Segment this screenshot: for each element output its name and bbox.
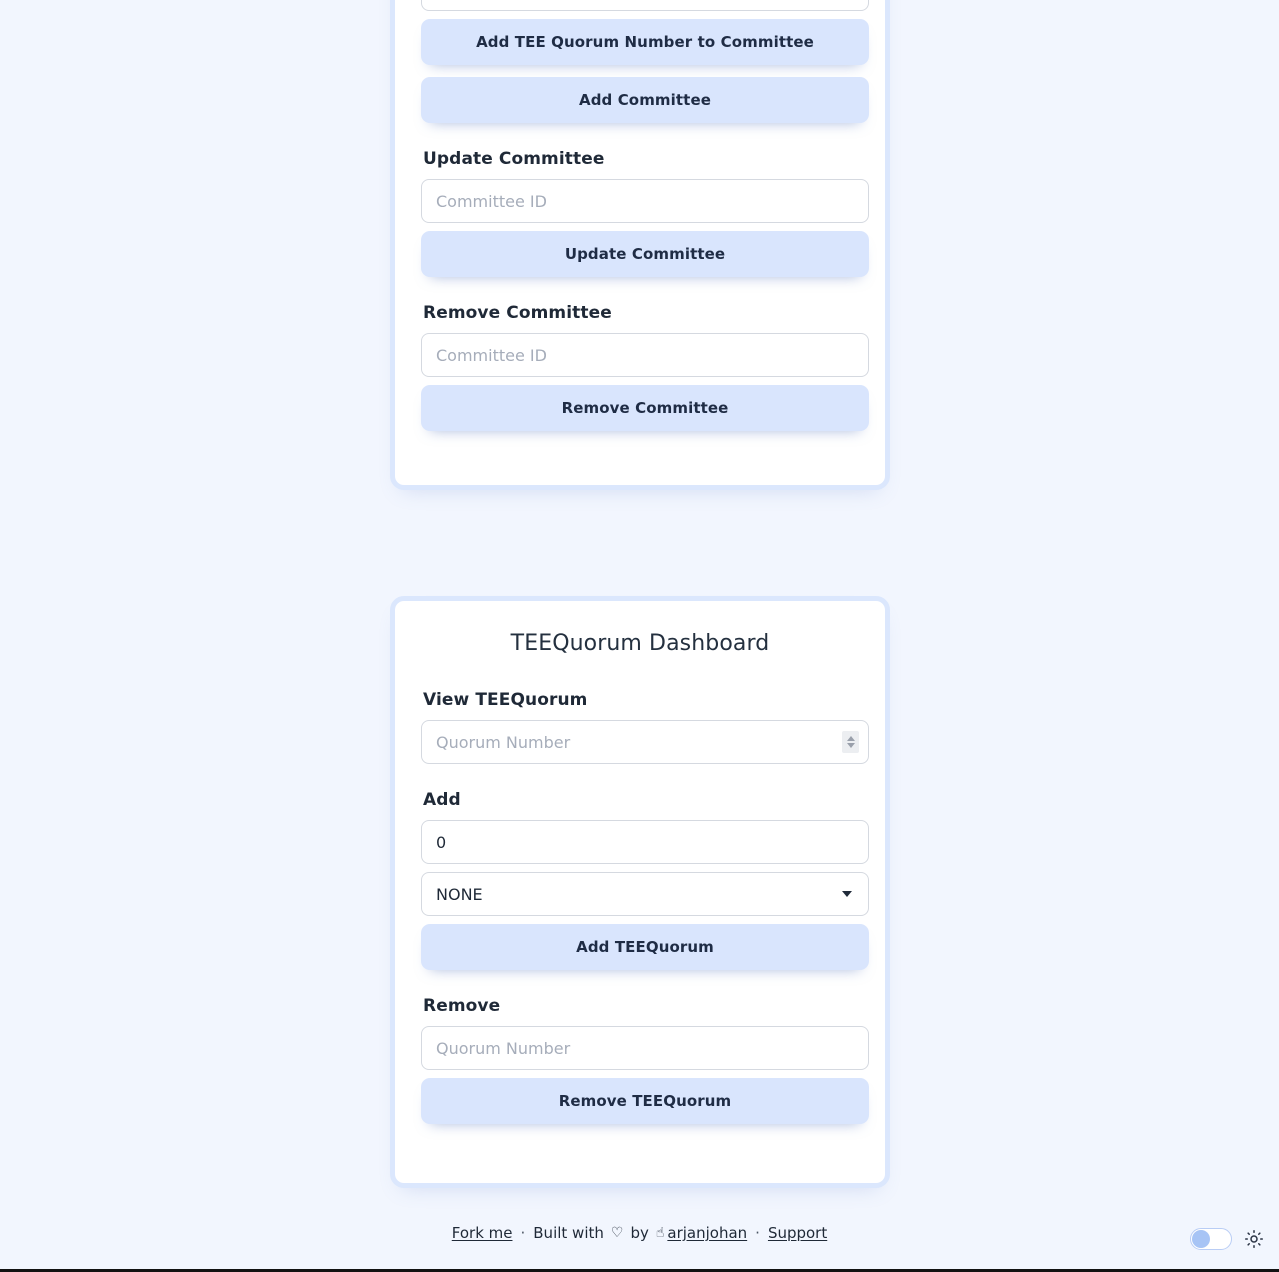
view-quorum-number-placeholder: Quorum Number (436, 732, 571, 752)
app-page: Add TEE Quorum Number to Committee Add C… (0, 0, 1279, 1272)
theme-toggle-knob (1192, 1230, 1210, 1248)
theme-toggle-group (1190, 1228, 1263, 1250)
support-link[interactable]: Support (768, 1224, 827, 1242)
add-committee-button[interactable]: Add Committee (421, 77, 869, 123)
theme-toggle-switch[interactable] (1190, 1228, 1232, 1250)
update-committee-id-input[interactable]: Committee ID (421, 179, 869, 223)
teequorum-card-title: TEEQuorum Dashboard (510, 631, 770, 656)
view-quorum-number-input[interactable]: Quorum Number (421, 720, 869, 764)
committee-top-input[interactable] (421, 0, 869, 11)
fork-me-link[interactable]: Fork me (452, 1224, 513, 1242)
view-teequorum-title: View TEEQuorum (423, 690, 588, 710)
update-committee-title: Update Committee (423, 149, 605, 169)
remove-committee-id-placeholder: Committee ID (436, 345, 547, 365)
footer-separator-2: · (755, 1224, 760, 1242)
remove-teequorum-button[interactable]: Remove TEEQuorum (421, 1078, 869, 1124)
teequorum-dashboard-card: TEEQuorum Dashboard View TEEQuorum Quoru… (390, 596, 890, 1188)
remove-teequorum-section: Remove Quorum Number Remove TEEQuorum (421, 996, 869, 1124)
stepper-up-icon[interactable] (846, 736, 855, 741)
update-committee-button[interactable]: Update Committee (421, 231, 869, 277)
add-tee-quorum-number-to-committee-button[interactable]: Add TEE Quorum Number to Committee (421, 19, 869, 65)
remove-quorum-number-placeholder: Quorum Number (436, 1038, 571, 1058)
add-teequorum-section: Add 0 NONE Add TEEQuorum (421, 790, 869, 970)
update-committee-id-placeholder: Committee ID (436, 191, 547, 211)
stepper-down-icon[interactable] (846, 743, 855, 748)
built-with-label: Built with (533, 1224, 604, 1242)
add-teequorum-title: Add (423, 790, 461, 810)
pointing-hand-icon: ☝ (655, 1225, 665, 1241)
add-teequorum-button[interactable]: Add TEEQuorum (421, 924, 869, 970)
committee-dashboard-card: Add TEE Quorum Number to Committee Add C… (390, 0, 890, 490)
teequorum-card-body: TEEQuorum Dashboard View TEEQuorum Quoru… (395, 601, 885, 1124)
add-type-select-value: NONE (436, 884, 483, 904)
committee-card-body: Add TEE Quorum Number to Committee Add C… (395, 0, 885, 431)
number-stepper-icon[interactable] (842, 731, 859, 753)
footer-content: Fork me · Built with ♡ by ☝ arjanjohan ·… (452, 1224, 827, 1242)
remove-committee-title: Remove Committee (423, 303, 612, 323)
author-link[interactable]: arjanjohan (667, 1224, 747, 1242)
add-number-input[interactable]: 0 (421, 820, 869, 864)
remove-committee-button[interactable]: Remove Committee (421, 385, 869, 431)
remove-committee-section: Remove Committee Committee ID Remove Com… (421, 303, 869, 431)
add-number-value: 0 (436, 832, 447, 852)
footer-separator-1: · (520, 1224, 526, 1242)
by-label: by (630, 1224, 649, 1242)
heart-icon: ♡ (610, 1225, 624, 1241)
view-teequorum-section: View TEEQuorum Quorum Number (421, 690, 869, 764)
remove-committee-id-input[interactable]: Committee ID (421, 333, 869, 377)
remove-teequorum-title: Remove (423, 996, 501, 1016)
add-type-select[interactable]: NONE (421, 872, 869, 916)
chevron-down-icon (842, 891, 852, 897)
sun-icon[interactable] (1245, 1230, 1263, 1248)
page-footer: Fork me · Built with ♡ by ☝ arjanjohan ·… (0, 1209, 1279, 1257)
update-committee-section: Update Committee Committee ID Update Com… (421, 149, 869, 277)
remove-quorum-number-input[interactable]: Quorum Number (421, 1026, 869, 1070)
